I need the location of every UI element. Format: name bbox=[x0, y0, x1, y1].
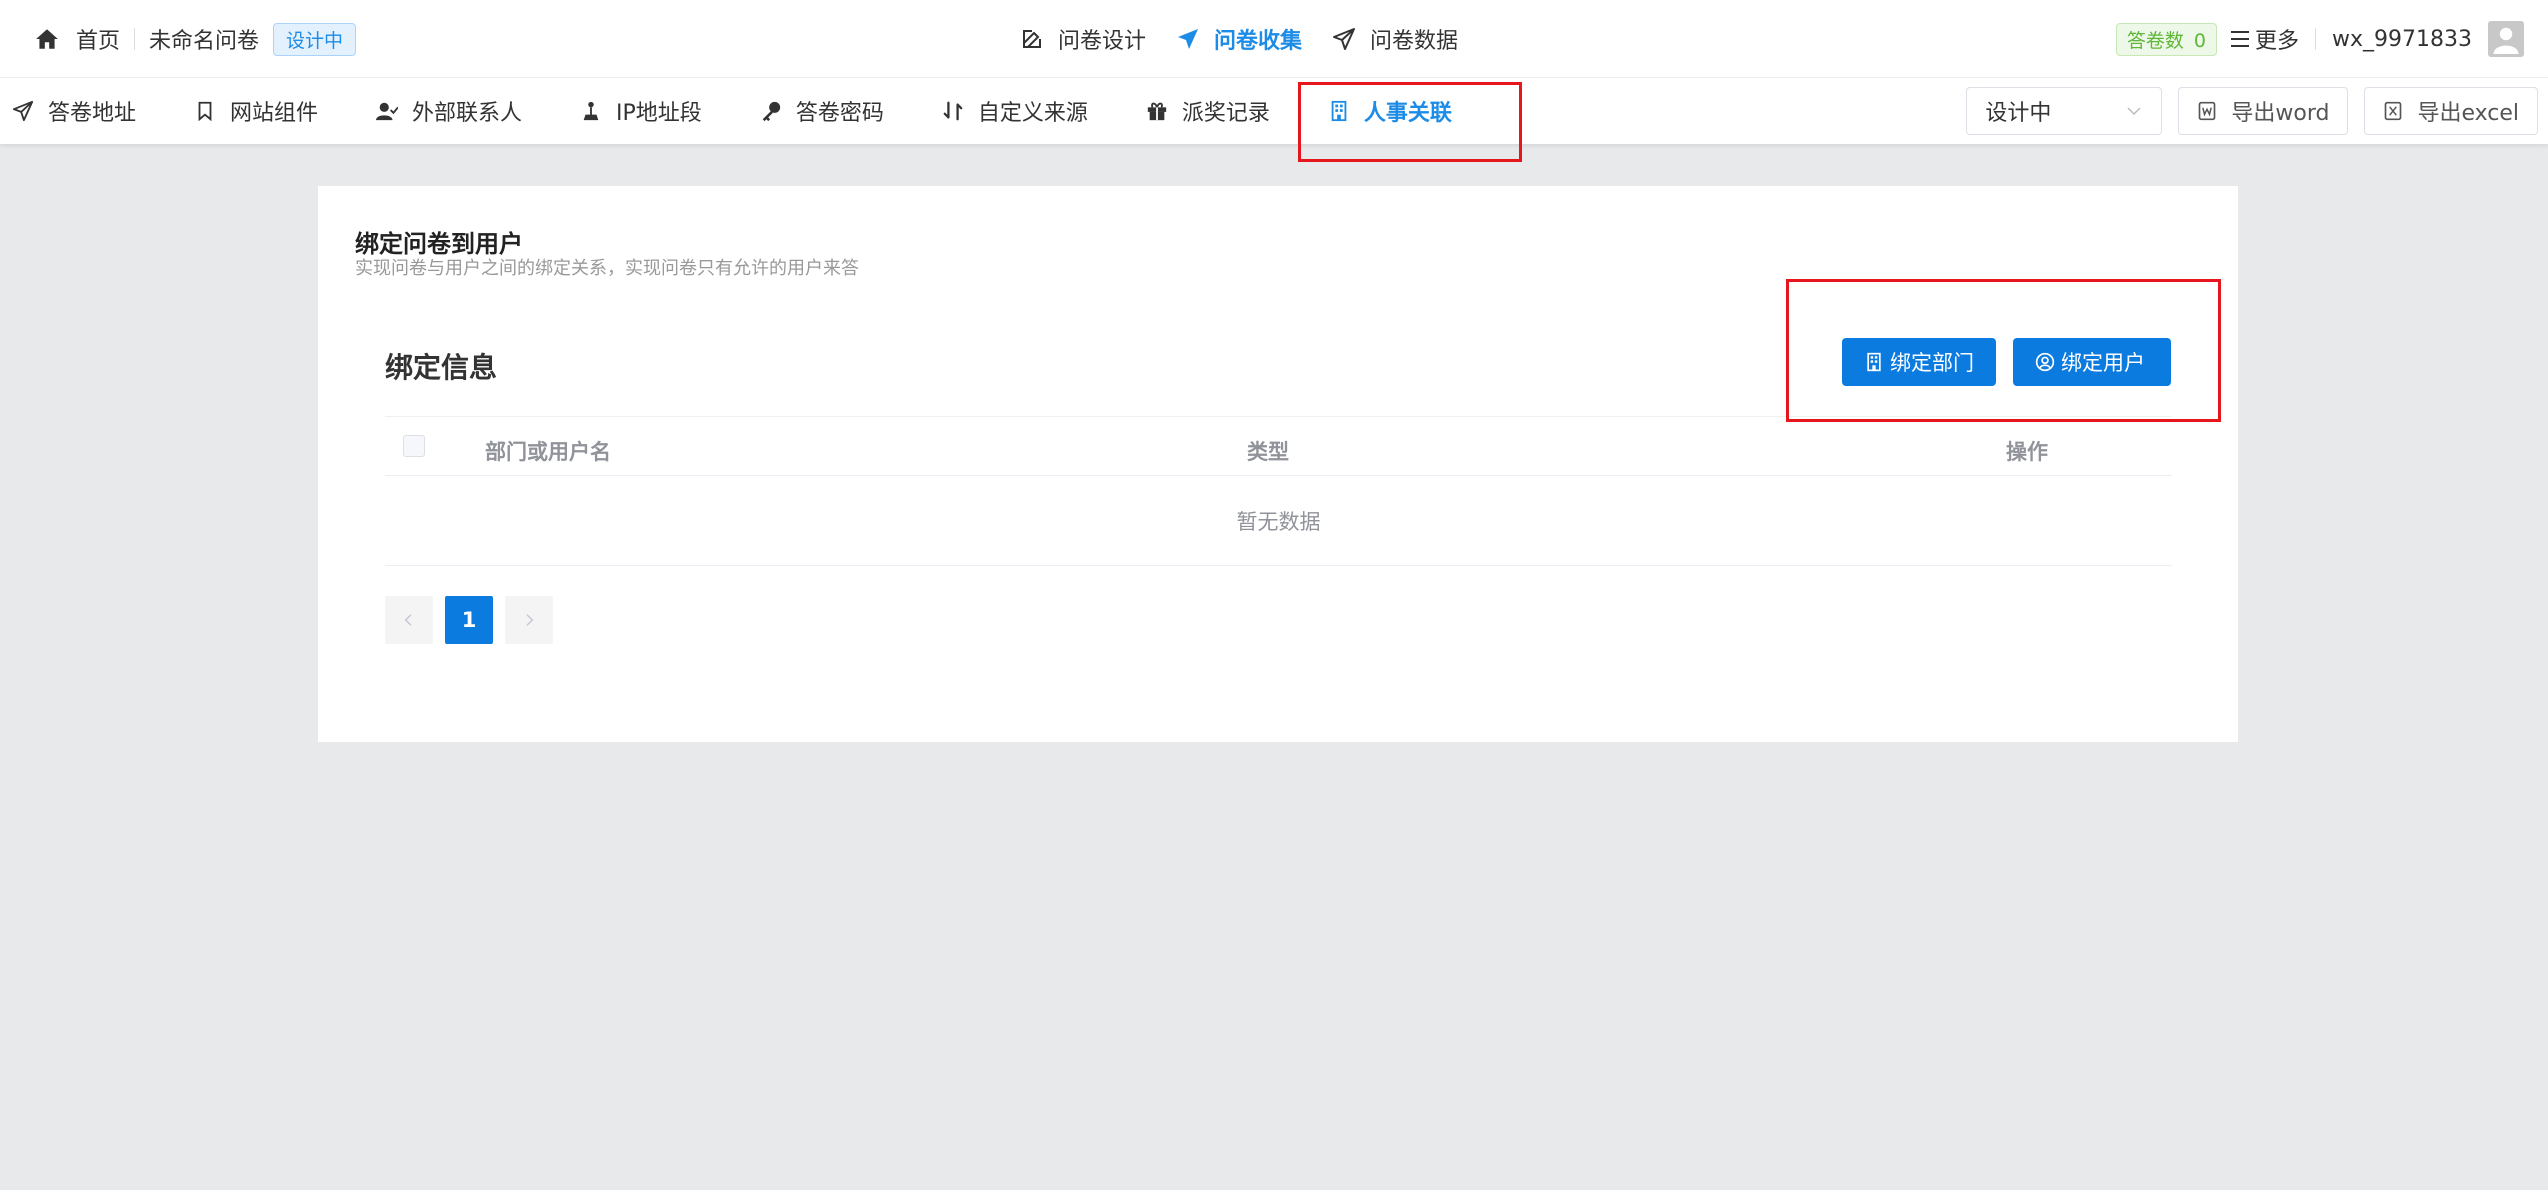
page-number-button[interactable]: 1 bbox=[445, 596, 493, 644]
section-title: 绑定信息 bbox=[385, 351, 498, 384]
tab-hr-association[interactable]: 人事关联 bbox=[1328, 95, 1452, 127]
bind-panel: 绑定问卷到用户 实现问卷与用户之间的绑定关系，实现问卷只有允许的用户来答 绑定信… bbox=[318, 186, 2238, 742]
divider bbox=[134, 28, 136, 50]
tab-answer-url[interactable]: 答卷地址 bbox=[12, 95, 136, 127]
status-select[interactable]: 设计中 bbox=[1966, 87, 2163, 135]
collect-toolbar: 答卷地址 网站组件 外部联系人 IP地址段 答卷密码 自定义来源 派奖记录 人事… bbox=[0, 78, 2548, 144]
column-header: 类型 bbox=[1247, 440, 1289, 464]
word-file-icon bbox=[2199, 101, 2216, 121]
tab-label: 问卷设计 bbox=[1058, 29, 1147, 54]
more-menu[interactable]: 更多 bbox=[2230, 23, 2299, 55]
select-all-checkbox[interactable] bbox=[403, 435, 425, 457]
home-icon[interactable] bbox=[34, 26, 60, 52]
tab-prize-records[interactable]: 派奖记录 bbox=[1146, 95, 1270, 127]
edit-icon bbox=[1023, 30, 1041, 48]
prev-page-button[interactable] bbox=[385, 596, 433, 644]
tab-label: 问卷收集 bbox=[1214, 29, 1303, 54]
empty-state: 暂无数据 bbox=[385, 476, 2172, 566]
status-badge: 设计中 bbox=[273, 22, 357, 56]
user-icon bbox=[2493, 27, 2519, 54]
tab-custom-source[interactable]: 自定义来源 bbox=[942, 95, 1088, 127]
key-icon bbox=[762, 101, 780, 122]
column-header: 操作 bbox=[2006, 440, 2048, 464]
bind-department-button[interactable]: 绑定部门 bbox=[1842, 338, 1996, 386]
excel-file-icon bbox=[2385, 101, 2402, 121]
chevron-left-icon bbox=[404, 614, 412, 626]
tab-survey-data[interactable]: 问卷数据 bbox=[1332, 23, 1458, 55]
page-subtitle: 实现问卷与用户之间的绑定关系，实现问卷只有允许的用户来答 bbox=[355, 258, 859, 279]
bind-user-button[interactable]: 绑定用户 bbox=[2013, 338, 2171, 386]
avatar[interactable] bbox=[2488, 21, 2524, 57]
tab-web-widget[interactable]: 网站组件 bbox=[194, 95, 318, 127]
user-name[interactable]: wx_9971833 bbox=[2332, 27, 2472, 52]
survey-title[interactable]: 未命名问卷 bbox=[149, 23, 259, 55]
send-outline-icon bbox=[1333, 28, 1356, 50]
next-page-button[interactable] bbox=[505, 596, 553, 644]
exchange-icon bbox=[943, 101, 963, 121]
chevron-right-icon bbox=[526, 614, 534, 626]
export-word-button[interactable]: 导出word bbox=[2178, 87, 2349, 135]
chevron-down-icon bbox=[2127, 107, 2141, 116]
tab-external-contacts[interactable]: 外部联系人 bbox=[376, 95, 522, 127]
divider bbox=[2315, 28, 2316, 50]
tab-answer-password[interactable]: 答卷密码 bbox=[760, 95, 884, 127]
pin-icon bbox=[583, 101, 599, 121]
send-icon bbox=[1178, 29, 1199, 49]
bookmark-icon bbox=[198, 101, 212, 122]
pagination: 1 bbox=[385, 596, 553, 644]
tab-label: 问卷数据 bbox=[1370, 29, 1459, 54]
user-check-icon bbox=[376, 102, 399, 121]
building-icon bbox=[1867, 352, 1881, 372]
top-header: 首页 未命名问卷 设计中 问卷设计 问卷收集 问卷数据 答卷数 0 更多 wx_9… bbox=[0, 0, 2548, 78]
tab-survey-design[interactable]: 问卷设计 bbox=[1020, 23, 1146, 55]
tab-ip-range[interactable]: IP地址段 bbox=[580, 95, 702, 127]
bind-table: 部门或用户名 类型 操作 暂无数据 bbox=[385, 416, 2172, 566]
building-icon bbox=[1331, 100, 1347, 122]
tab-survey-collect[interactable]: 问卷收集 bbox=[1176, 23, 1302, 55]
home-link[interactable]: 首页 bbox=[76, 23, 120, 55]
table-header: 部门或用户名 类型 操作 bbox=[385, 416, 2172, 476]
gift-icon bbox=[1147, 102, 1167, 121]
export-excel-button[interactable]: 导出excel bbox=[2364, 87, 2538, 135]
column-header: 部门或用户名 bbox=[485, 440, 611, 464]
answer-count-badge: 答卷数 0 bbox=[2115, 22, 2217, 56]
send-icon bbox=[12, 100, 34, 122]
user-circle-icon bbox=[2035, 352, 2055, 372]
menu-icon bbox=[2230, 31, 2249, 47]
